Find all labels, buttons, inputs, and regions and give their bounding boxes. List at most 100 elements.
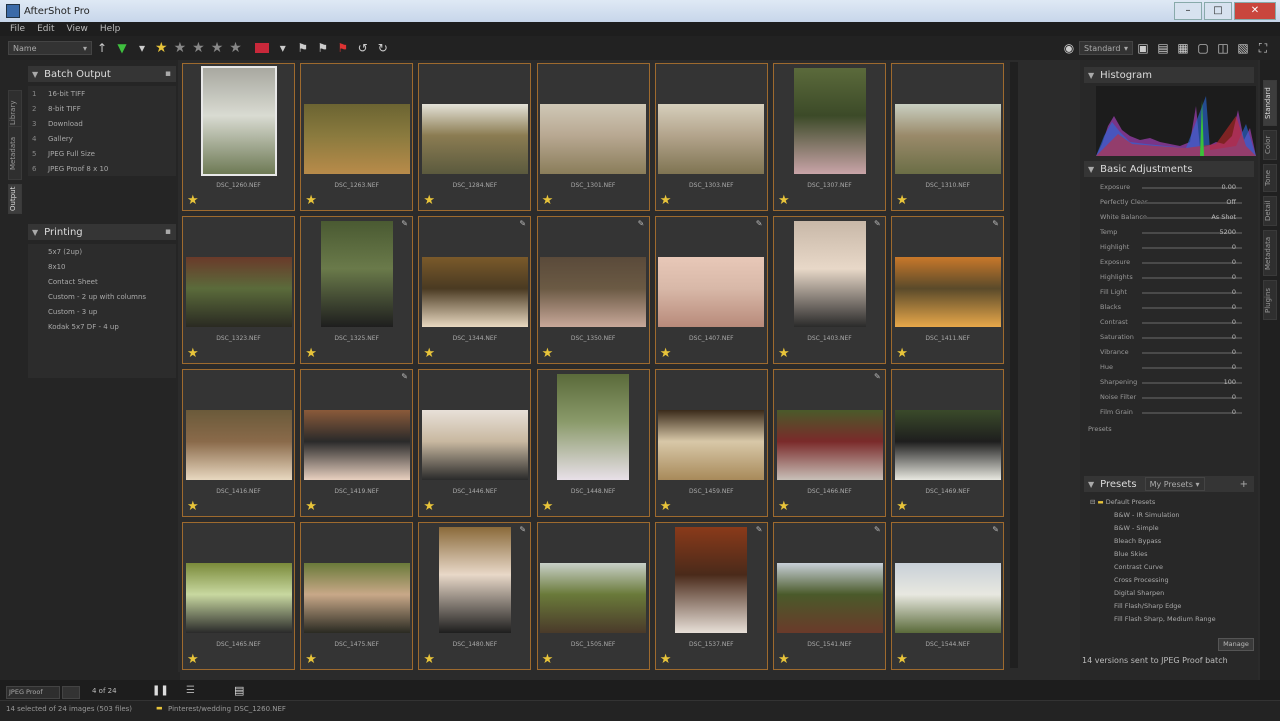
rating-star-icon[interactable]: ★ xyxy=(187,194,199,207)
preset-item[interactable]: Fill Flash Sharp, Medium Range xyxy=(1114,615,1216,623)
adjustment-slider[interactable] xyxy=(1142,247,1242,249)
rating-star-icon[interactable]: ★ xyxy=(542,653,554,666)
adjustment-slider[interactable] xyxy=(1142,352,1242,354)
preset-item[interactable]: B&W - Simple xyxy=(1114,524,1159,532)
presets-dropdown[interactable]: My Presets ▾ xyxy=(1144,477,1205,491)
presets-header[interactable]: ▼ Presets My Presets ▾ + xyxy=(1084,476,1254,492)
batch-item[interactable]: 5 JPEG Full Size xyxy=(28,146,176,161)
adjustment-row[interactable]: Highlight 0 xyxy=(1084,242,1254,253)
thumbnail-cell[interactable]: DSC_1466.NEF ★ ✎ xyxy=(773,369,886,517)
adjustment-value[interactable]: 0 xyxy=(1232,333,1236,341)
close-button[interactable]: ✕ xyxy=(1234,2,1276,20)
thumbnail-cell[interactable]: DSC_1541.NEF ★ ✎ xyxy=(773,522,886,670)
thumbnail-cell[interactable]: DSC_1419.NEF ★ ✎ xyxy=(300,369,414,517)
layout-icon[interactable]: ◉ xyxy=(1062,41,1076,55)
presets-folder[interactable]: ⊟ ▬ Default Presets xyxy=(1090,498,1155,506)
adjustment-row[interactable]: Hue 0 xyxy=(1084,362,1254,373)
filter-icon[interactable]: ▼ xyxy=(115,41,129,55)
pause-icon[interactable]: ❚❚ xyxy=(152,685,169,696)
rating-star-icon[interactable]: ★ xyxy=(305,653,317,666)
adjustment-value[interactable]: 0 xyxy=(1232,348,1236,356)
rotate-right-icon[interactable]: ↻ xyxy=(376,41,390,55)
grid-scrollbar[interactable] xyxy=(1010,62,1018,668)
tab-detail[interactable]: Detail xyxy=(1263,196,1277,226)
preset-item[interactable]: B&W - IR Simulation xyxy=(1114,511,1180,519)
printing-item[interactable]: Contact Sheet xyxy=(28,274,176,289)
apply-batch-button[interactable] xyxy=(62,686,80,699)
star-3-icon[interactable]: ★ xyxy=(192,40,205,56)
adjustment-row[interactable]: Vibrance 0 xyxy=(1084,347,1254,358)
thumbnail-cell[interactable]: DSC_1263.NEF ★ xyxy=(300,63,414,211)
thumbnail-cell[interactable]: DSC_1307.NEF ★ xyxy=(773,63,886,211)
thumbnail-cell[interactable]: DSC_1323.NEF ★ xyxy=(182,216,295,364)
rating-star-icon[interactable]: ★ xyxy=(305,347,317,360)
adjustment-value[interactable]: 0 xyxy=(1232,243,1236,251)
rating-star-icon[interactable]: ★ xyxy=(423,347,435,360)
collapse-triangle-icon[interactable]: ▼ xyxy=(32,70,38,79)
adjustment-value[interactable]: 0.00 xyxy=(1222,183,1236,191)
thumbnail-cell[interactable]: DSC_1411.NEF ★ ✎ xyxy=(891,216,1005,364)
rating-star-icon[interactable]: ★ xyxy=(660,653,672,666)
collapse-triangle-icon[interactable]: ▼ xyxy=(1088,480,1094,489)
preset-item[interactable]: Fill Flash/Sharp Edge xyxy=(1114,602,1181,610)
thumbnail-cell[interactable]: DSC_1310.NEF ★ xyxy=(891,63,1005,211)
adjustment-row[interactable]: Highlights 0 xyxy=(1084,272,1254,283)
tab-standard[interactable]: Standard xyxy=(1263,80,1277,126)
adjustment-slider[interactable] xyxy=(1142,397,1242,399)
sort-ascending-icon[interactable]: ↑ xyxy=(95,41,109,55)
preset-item[interactable]: Blue Skies xyxy=(1114,550,1148,558)
queue-list-icon[interactable]: ☰ xyxy=(186,685,195,696)
rating-star-icon[interactable]: ★ xyxy=(187,347,199,360)
presets-link[interactable]: Presets xyxy=(1084,424,1254,435)
rating-star-icon[interactable]: ★ xyxy=(896,653,908,666)
tab-plugins[interactable]: Plugins xyxy=(1263,280,1277,320)
adjustment-slider[interactable] xyxy=(1142,367,1242,369)
printing-header[interactable]: ▼ Printing ▪ xyxy=(28,224,176,240)
thumbnail-cell[interactable]: DSC_1301.NEF ★ xyxy=(536,63,650,211)
adjustment-value[interactable]: 0 xyxy=(1232,273,1236,281)
adjustment-value[interactable]: As Shot xyxy=(1211,213,1236,221)
sort-dropdown[interactable]: Name ▾ xyxy=(8,41,92,55)
preset-item[interactable]: Contrast Curve xyxy=(1114,563,1163,571)
adjustment-slider[interactable] xyxy=(1142,337,1242,339)
tab-output[interactable]: Output xyxy=(8,184,22,214)
adjustment-row[interactable]: Saturation 0 xyxy=(1084,332,1254,343)
printing-item[interactable]: Kodak 5x7 DF - 4 up xyxy=(28,319,176,334)
thumbnail-cell[interactable]: DSC_1465.NEF ★ xyxy=(182,522,295,670)
manage-presets-button[interactable]: Manage xyxy=(1218,638,1254,651)
menu-help[interactable]: Help xyxy=(100,24,121,34)
rating-star-icon[interactable]: ★ xyxy=(896,347,908,360)
filter-menu-icon[interactable]: ▾ xyxy=(135,41,149,55)
preset-item[interactable]: Cross Processing xyxy=(1114,576,1169,584)
thumbnail-cell[interactable]: DSC_1448.NEF ★ xyxy=(536,369,650,517)
adjustment-row[interactable]: Temp 5200 xyxy=(1084,227,1254,238)
batch-select-field[interactable]: JPEG Proof xyxy=(6,686,60,699)
printing-item[interactable]: Custom - 3 up xyxy=(28,304,176,319)
batch-item[interactable]: 1 16-bit TIFF xyxy=(28,86,176,101)
adjustment-row[interactable]: Exposure 0 xyxy=(1084,257,1254,268)
rating-star-icon[interactable]: ★ xyxy=(187,500,199,513)
menu-edit[interactable]: Edit xyxy=(37,24,54,34)
adjustment-value[interactable]: 0 xyxy=(1232,258,1236,266)
minimize-button[interactable]: – xyxy=(1174,2,1202,20)
view-mode-dropdown[interactable]: Standard ▾ xyxy=(1079,41,1133,55)
adjustment-row[interactable]: Contrast 0 xyxy=(1084,317,1254,328)
thumbnail-cell[interactable]: DSC_1505.NEF ★ xyxy=(536,522,650,670)
rating-star-icon[interactable]: ★ xyxy=(660,347,672,360)
thumbnail-cell[interactable]: DSC_1284.NEF ★ xyxy=(418,63,532,211)
pin-icon[interactable]: ▪ xyxy=(165,227,171,237)
thumbnail-cell[interactable]: DSC_1480.NEF ★ ✎ xyxy=(418,522,532,670)
adjustment-value[interactable]: 0 xyxy=(1232,408,1236,416)
batch-item[interactable]: 2 8-bit TIFF xyxy=(28,101,176,116)
rating-star-icon[interactable]: ★ xyxy=(660,194,672,207)
flag-rejected-icon[interactable]: ⚑ xyxy=(336,41,350,55)
color-label-menu-icon[interactable]: ▾ xyxy=(276,41,290,55)
batch-item[interactable]: 4 Gallery xyxy=(28,131,176,146)
adjustment-row[interactable]: Noise Filter 0 xyxy=(1084,392,1254,403)
rating-star-icon[interactable]: ★ xyxy=(660,500,672,513)
add-preset-icon[interactable]: + xyxy=(1240,479,1248,490)
rating-star-icon[interactable]: ★ xyxy=(423,653,435,666)
adjustment-row[interactable]: Sharpening 100 xyxy=(1084,377,1254,388)
thumbnail-cell[interactable]: DSC_1303.NEF ★ xyxy=(654,63,768,211)
batch-item[interactable]: 6 JPEG Proof 8 x 10 xyxy=(28,161,176,176)
